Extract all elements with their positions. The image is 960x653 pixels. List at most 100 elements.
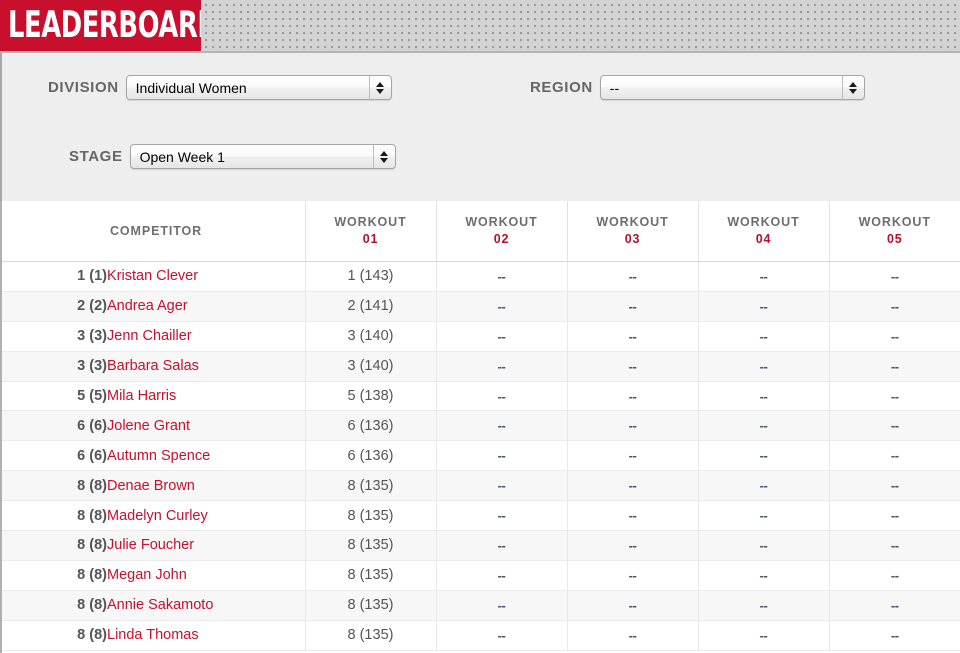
cell-workout-04: --: [697, 321, 829, 352]
leaderboard-table: COMPETITOR WORKOUT 01 WORKOUT 02 WORKOUT…: [2, 201, 960, 651]
competitor-link[interactable]: Julie Foucher: [107, 537, 194, 553]
cell-workout-02: --: [435, 530, 567, 561]
cell-rank: 5 (5): [2, 381, 107, 412]
cell-rank: 8 (8): [2, 500, 107, 532]
cell-workout-01: 8 (135): [304, 620, 436, 651]
competitor-link[interactable]: Megan John: [107, 567, 187, 583]
cell-workout-04: --: [697, 560, 829, 591]
cell-rank: 6 (6): [2, 440, 107, 472]
competitor-link[interactable]: Jenn Chailler: [107, 328, 192, 344]
cell-rank: 3 (3): [2, 351, 107, 382]
chevron-down-icon: [376, 88, 385, 94]
stepper-arrows-icon[interactable]: [841, 76, 864, 99]
cell-workout-03: --: [566, 590, 698, 621]
table-row[interactable]: 8 (8) Annie Sakamoto 8 (135) -- -- -- --: [2, 590, 960, 621]
competitor-link[interactable]: Mila Harris: [107, 388, 176, 404]
competitor-link[interactable]: Andrea Ager: [107, 298, 188, 314]
table-row[interactable]: 8 (8) Denae Brown 8 (135) -- -- -- --: [2, 470, 960, 502]
cell-workout-03: --: [566, 381, 698, 412]
cell-workout-04: --: [697, 470, 829, 502]
cell-competitor: Jenn Chailler: [107, 321, 305, 352]
chevron-up-icon: [849, 81, 858, 87]
cell-workout-05: --: [828, 321, 960, 352]
table-row[interactable]: 3 (3) Barbara Salas 3 (140) -- -- -- --: [2, 351, 960, 382]
cell-workout-03: --: [566, 530, 698, 561]
cell-workout-04: --: [697, 530, 829, 561]
column-header-workout-03[interactable]: WORKOUT 03: [566, 201, 698, 262]
cell-workout-05: --: [828, 381, 960, 412]
banner-strip: LEADERBOARD: [0, 0, 960, 53]
cell-rank: 6 (6): [2, 410, 107, 442]
workout-02-label: WORKOUT: [465, 215, 538, 230]
cell-workout-01: 8 (135): [304, 500, 436, 532]
cell-workout-04: --: [697, 261, 829, 292]
cell-competitor: Autumn Spence: [107, 440, 305, 472]
stepper-arrows-icon[interactable]: [368, 76, 391, 99]
table-row[interactable]: 8 (8) Megan John 8 (135) -- -- -- --: [2, 560, 960, 591]
workout-04-label: WORKOUT: [727, 215, 800, 230]
table-row[interactable]: 8 (8) Linda Thomas 8 (135) -- -- -- --: [2, 620, 960, 651]
cell-competitor: Andrea Ager: [107, 291, 305, 322]
competitor-link[interactable]: Barbara Salas: [107, 358, 199, 374]
table-row[interactable]: 8 (8) Madelyn Curley 8 (135) -- -- -- --: [2, 500, 960, 532]
workout-03-label: WORKOUT: [596, 215, 669, 230]
table-row[interactable]: 1 (1) Kristan Clever 1 (143) -- -- -- --: [2, 261, 960, 292]
region-label: REGION: [530, 79, 593, 96]
column-header-rank[interactable]: [2, 201, 107, 262]
table-row[interactable]: 6 (6) Jolene Grant 6 (136) -- -- -- --: [2, 410, 960, 442]
division-selected-value: Individual Women: [135, 79, 247, 96]
competitor-link[interactable]: Denae Brown: [107, 478, 195, 494]
stepper-arrows-icon[interactable]: [372, 145, 395, 168]
division-select[interactable]: Individual Women: [125, 75, 392, 100]
table-row[interactable]: 3 (3) Jenn Chailler 3 (140) -- -- -- --: [2, 321, 960, 352]
table-row[interactable]: 8 (8) Julie Foucher 8 (135) -- -- -- --: [2, 530, 960, 561]
leaderboard-table-container: COMPETITOR WORKOUT 01 WORKOUT 02 WORKOUT…: [0, 201, 960, 653]
cell-competitor: Jolene Grant: [107, 410, 305, 442]
cell-competitor: Barbara Salas: [107, 351, 305, 382]
competitor-link[interactable]: Annie Sakamoto: [107, 597, 213, 613]
column-header-workout-02[interactable]: WORKOUT 02: [435, 201, 567, 262]
region-filter: REGION --: [530, 75, 865, 100]
competitor-link[interactable]: Jolene Grant: [107, 418, 190, 434]
cell-workout-02: --: [435, 470, 567, 502]
cell-workout-05: --: [828, 560, 960, 591]
workout-04-number: 04: [755, 232, 772, 246]
cell-workout-05: --: [828, 500, 960, 532]
cell-competitor: Denae Brown: [107, 470, 305, 502]
column-header-workout-05[interactable]: WORKOUT 05: [828, 201, 960, 262]
cell-rank: 3 (3): [2, 321, 107, 352]
stage-select[interactable]: Open Week 1: [129, 144, 396, 169]
cell-workout-02: --: [435, 351, 567, 382]
cell-rank: 8 (8): [2, 560, 107, 591]
cell-competitor: Annie Sakamoto: [107, 590, 305, 621]
cell-workout-02: --: [435, 440, 567, 472]
column-header-workout-04[interactable]: WORKOUT 04: [697, 201, 829, 262]
cell-workout-04: --: [697, 500, 829, 532]
table-row[interactable]: 5 (5) Mila Harris 5 (138) -- -- -- --: [2, 381, 960, 412]
competitor-link[interactable]: Autumn Spence: [107, 448, 210, 464]
competitor-link[interactable]: Madelyn Curley: [107, 508, 208, 524]
table-body: 1 (1) Kristan Clever 1 (143) -- -- -- -- 2 (2) A…: [2, 261, 960, 651]
table-row[interactable]: 6 (6) Autumn Spence 6 (136) -- -- -- --: [2, 440, 960, 472]
cell-competitor: Madelyn Curley: [107, 500, 305, 532]
competitor-link[interactable]: Linda Thomas: [107, 627, 199, 643]
column-header-competitor[interactable]: COMPETITOR: [107, 201, 305, 262]
cell-workout-03: --: [566, 321, 698, 352]
cell-workout-05: --: [828, 530, 960, 561]
cell-rank: 2 (2): [2, 291, 107, 322]
table-header: COMPETITOR WORKOUT 01 WORKOUT 02 WORKOUT…: [2, 201, 960, 262]
competitor-link[interactable]: Kristan Clever: [107, 268, 198, 284]
cell-competitor: Julie Foucher: [107, 530, 305, 561]
cell-workout-01: 8 (135): [304, 470, 436, 502]
chevron-up-icon: [380, 150, 389, 156]
table-row[interactable]: 2 (2) Andrea Ager 2 (141) -- -- -- --: [2, 291, 960, 322]
cell-workout-03: --: [566, 500, 698, 532]
cell-workout-02: --: [435, 291, 567, 322]
workout-05-number: 05: [886, 232, 903, 246]
region-select[interactable]: --: [599, 75, 865, 100]
cell-workout-01: 8 (135): [304, 590, 436, 621]
cell-workout-04: --: [697, 620, 829, 651]
cell-workout-01: 6 (136): [304, 410, 436, 442]
cell-rank: 8 (8): [2, 620, 107, 651]
column-header-workout-01[interactable]: WORKOUT 01: [304, 201, 436, 262]
